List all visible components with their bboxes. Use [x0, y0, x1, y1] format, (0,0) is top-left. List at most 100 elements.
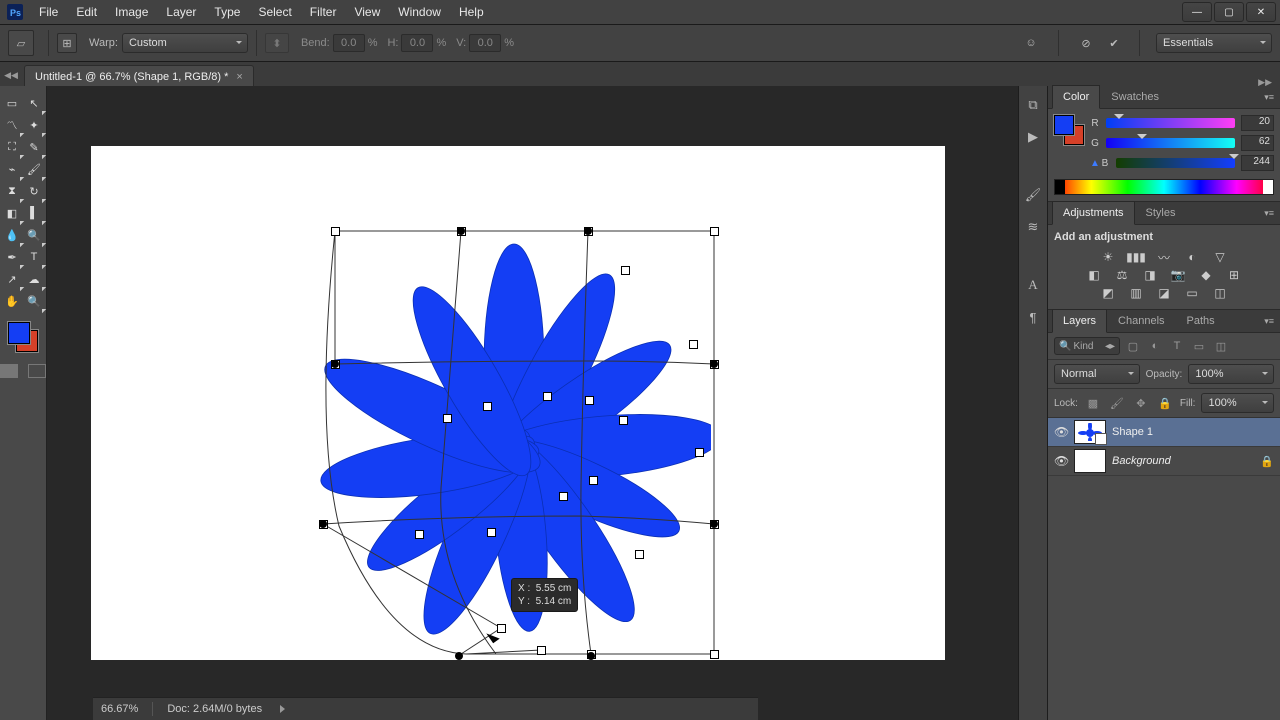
menu-image[interactable]: Image [106, 0, 157, 24]
warp-handle[interactable] [710, 227, 719, 236]
warp-knob[interactable] [319, 520, 327, 528]
warp-handle[interactable] [635, 550, 644, 559]
warp-preset-dropdown[interactable]: Custom [122, 33, 248, 53]
blend-mode-dropdown[interactable]: Normal [1054, 364, 1140, 384]
warp-handle[interactable] [443, 414, 452, 423]
filter-adjust-icon[interactable]: ◐ [1146, 338, 1164, 354]
menu-file[interactable]: File [30, 0, 67, 24]
lasso-tool-icon[interactable]: 〽 [1, 114, 23, 136]
menu-filter[interactable]: Filter [301, 0, 346, 24]
channels-tab[interactable]: Channels [1107, 309, 1175, 333]
warp-handle[interactable] [559, 492, 568, 501]
menu-window[interactable]: Window [389, 0, 450, 24]
styles-tab[interactable]: Styles [1135, 201, 1187, 225]
menu-edit[interactable]: Edit [67, 0, 106, 24]
filter-pixel-icon[interactable]: ▢ [1124, 338, 1142, 354]
lock-transparent-icon[interactable]: ▩ [1084, 395, 1102, 411]
lock-position-icon[interactable]: ✥ [1132, 395, 1150, 411]
panel-menu-icon[interactable]: ▾≡ [1264, 92, 1274, 103]
layer-shape-1[interactable]: 👁 Shape 1 [1048, 418, 1280, 447]
doc-size-readout[interactable]: Doc: 2.64M/0 bytes [167, 703, 262, 715]
history-brush-tool-icon[interactable]: ↻ [23, 180, 45, 202]
standard-mode-icon[interactable] [0, 364, 18, 378]
move-tool-icon[interactable]: ↖ [23, 92, 45, 114]
healing-tool-icon[interactable]: ⌁ [1, 158, 23, 180]
warp-handle[interactable] [710, 650, 719, 659]
warp-knob[interactable] [457, 227, 465, 235]
v-value[interactable]: 0.0 [469, 34, 501, 52]
menu-view[interactable]: View [345, 0, 389, 24]
brightness-icon[interactable]: ☀ [1099, 249, 1117, 265]
h-value[interactable]: 0.0 [401, 34, 433, 52]
color-lookup-icon[interactable]: ⊞ [1225, 267, 1243, 283]
bw-icon[interactable]: ◨ [1141, 267, 1159, 283]
posterize-icon[interactable]: ▥ [1127, 285, 1145, 301]
exposure-icon[interactable]: ◐ [1183, 249, 1201, 265]
type-tool-icon[interactable]: T [23, 246, 45, 268]
warp-handle[interactable] [585, 396, 594, 405]
hand-tool-icon[interactable]: ✋ [1, 290, 23, 312]
canvas-area[interactable]: X : 5.55 cm Y : 5.14 cm 66.67% Doc: 2.64… [47, 86, 1018, 720]
workspace-dropdown[interactable]: Essentials [1156, 33, 1272, 53]
maximize-button[interactable]: ▢ [1214, 2, 1244, 22]
close-tab-icon[interactable]: × [236, 71, 242, 83]
canvas[interactable]: X : 5.55 cm Y : 5.14 cm [91, 146, 945, 660]
clone-panel-icon[interactable]: ≋ [1024, 218, 1042, 236]
actions-panel-icon[interactable]: ▶ [1024, 128, 1042, 146]
vibrance-icon[interactable]: ▽ [1211, 249, 1229, 265]
spectrum-ramp[interactable] [1054, 179, 1274, 195]
free-transform-toggle-icon[interactable]: ☺ [1022, 34, 1040, 52]
filter-type-icon[interactable]: T [1168, 338, 1186, 354]
panel-menu-icon[interactable]: ▾≡ [1264, 208, 1274, 219]
stamp-tool-icon[interactable]: ⧗ [1, 180, 23, 202]
pen-tool-icon[interactable]: ✒ [1, 246, 23, 268]
visibility-icon[interactable]: 👁 [1054, 454, 1068, 468]
collapse-toolbox-icon[interactable]: ◀◀ [4, 68, 18, 82]
warp-handle[interactable] [619, 416, 628, 425]
swatches-tab[interactable]: Swatches [1100, 85, 1170, 109]
dodge-tool-icon[interactable]: 🔍 [23, 224, 45, 246]
warp-handle[interactable] [621, 266, 630, 275]
layers-tab[interactable]: Layers [1052, 309, 1107, 333]
brush-panel-icon[interactable]: 🖌 [1024, 186, 1042, 204]
zoom-tool-icon[interactable]: 🔍 [23, 290, 45, 312]
adjustments-tab[interactable]: Adjustments [1052, 201, 1135, 225]
layer-background[interactable]: 👁 Background 🔒 [1048, 447, 1280, 476]
warp-knob[interactable] [710, 360, 718, 368]
layer-thumbnail[interactable] [1074, 449, 1106, 473]
warp-handle[interactable] [331, 227, 340, 236]
warn-icon[interactable]: ▲ [1090, 158, 1100, 169]
filter-shape-icon[interactable]: ▭ [1190, 338, 1208, 354]
warp-handle[interactable] [695, 448, 704, 457]
g-slider[interactable] [1106, 138, 1235, 148]
threshold-icon[interactable]: ◪ [1155, 285, 1173, 301]
warp-handle[interactable] [487, 528, 496, 537]
color-swatch-pair[interactable] [1054, 115, 1084, 145]
eraser-tool-icon[interactable]: ◧ [1, 202, 23, 224]
channel-mixer-icon[interactable]: ◆ [1197, 267, 1215, 283]
r-value[interactable]: 20 [1241, 115, 1274, 131]
color-tab[interactable]: Color [1052, 85, 1100, 109]
transform-icon[interactable]: ▱ [8, 30, 34, 56]
g-value[interactable]: 62 [1241, 135, 1274, 151]
blur-tool-icon[interactable]: 💧 [1, 224, 23, 246]
lock-pixels-icon[interactable]: 🖌 [1108, 395, 1126, 411]
zoom-readout[interactable]: 66.67% [101, 703, 138, 715]
warp-handle[interactable] [689, 340, 698, 349]
foreground-color-swatch[interactable] [8, 322, 30, 344]
opacity-input[interactable]: 100% [1188, 364, 1274, 384]
layer-thumbnail[interactable] [1074, 420, 1106, 444]
bend-value[interactable]: 0.0 [333, 34, 365, 52]
panel-menu-icon[interactable]: ▾≡ [1264, 316, 1274, 327]
document-tab[interactable]: Untitled-1 @ 66.7% (Shape 1, RGB/8) * × [24, 65, 254, 88]
selective-color-icon[interactable]: ◫ [1211, 285, 1229, 301]
close-button[interactable]: ✕ [1246, 2, 1276, 22]
menu-help[interactable]: Help [450, 0, 493, 24]
menu-type[interactable]: Type [205, 0, 249, 24]
marquee-tool-icon[interactable]: ▭ [1, 92, 23, 114]
photo-filter-icon[interactable]: 📷 [1169, 267, 1187, 283]
fill-input[interactable]: 100% [1201, 393, 1274, 413]
invert-icon[interactable]: ◩ [1099, 285, 1117, 301]
warp-knob[interactable] [587, 652, 595, 660]
shape-tool-icon[interactable]: ☁ [23, 268, 45, 290]
